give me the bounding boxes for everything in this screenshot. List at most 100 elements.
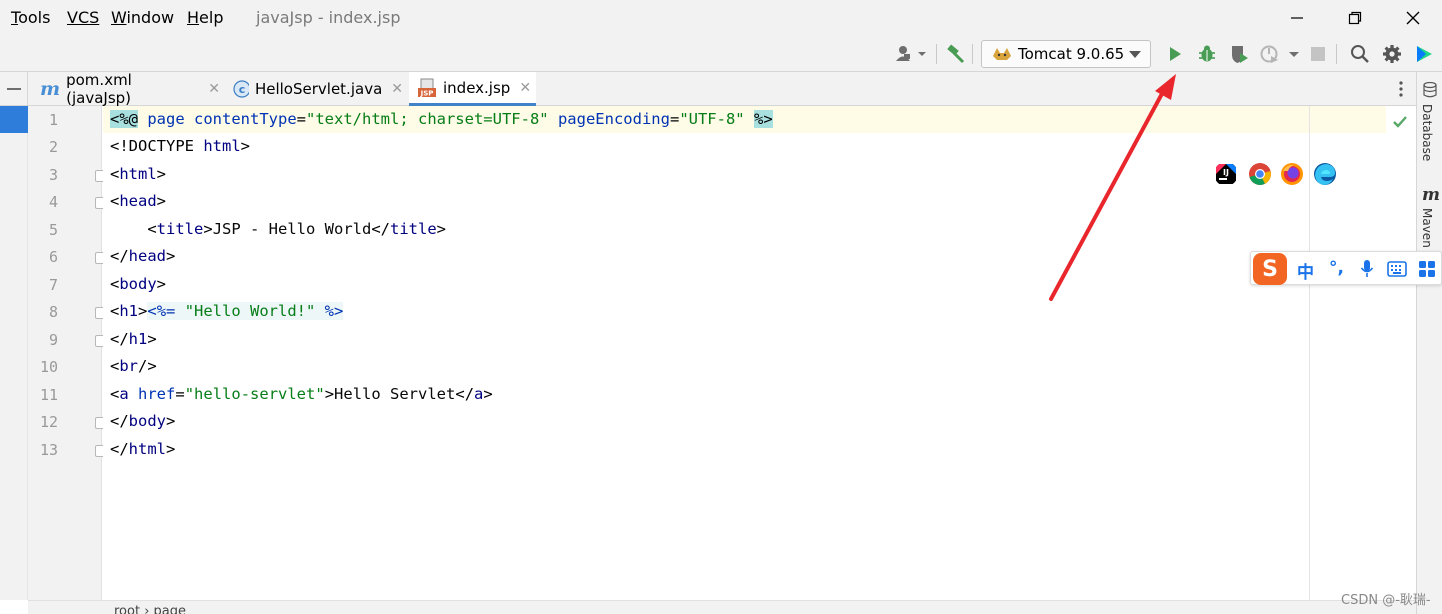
close-tab-icon[interactable]: ✕ <box>391 81 403 97</box>
code-token: > <box>156 192 167 210</box>
line-number: 2 <box>48 138 58 156</box>
code-token: contentType <box>194 110 297 128</box>
toolbox-grid-icon[interactable] <box>1418 260 1436 278</box>
window-title: javaJsp - index.jsp <box>256 8 401 27</box>
menu-window[interactable]: Window <box>111 8 174 27</box>
tab-index-jsp[interactable]: JSP index.jsp ✕ <box>409 72 536 106</box>
ime-punctuation-toggle[interactable]: °, <box>1329 258 1344 278</box>
no-problems-check-icon[interactable] <box>1392 114 1408 130</box>
gutter-strip <box>0 106 28 600</box>
database-tool-button[interactable]: Database <box>1420 104 1434 161</box>
code-token: a <box>119 385 129 403</box>
minimize-button[interactable] <box>1283 4 1311 32</box>
microphone-icon[interactable] <box>1360 259 1374 279</box>
jsp-directive-open: <%@ <box>110 110 138 128</box>
close-tab-icon[interactable]: ✕ <box>519 80 531 96</box>
menu-help[interactable]: Help <box>187 8 223 27</box>
sogou-ime-logo[interactable]: S <box>1253 253 1287 285</box>
code-line-4: <head> <box>110 188 166 215</box>
code-token: /> <box>138 357 157 375</box>
firefox-icon[interactable] <box>1280 162 1304 186</box>
build-button[interactable] <box>945 43 967 65</box>
code-token: JSP - Hello World <box>212 220 372 238</box>
code-token: html <box>128 440 166 458</box>
code-token: <%= <box>147 302 185 320</box>
line-number: 10 <box>39 358 58 376</box>
code-token: "hello-servlet" <box>184 385 325 403</box>
code-token: > <box>166 440 176 458</box>
close-window-button[interactable] <box>1399 4 1427 32</box>
code-token: </ <box>371 220 390 238</box>
editor-gutter: 1 2 3 4 5 6 7 8 9 10 11 12 13 <box>0 106 105 600</box>
account-button[interactable] <box>893 43 929 65</box>
restore-button[interactable] <box>1341 4 1369 32</box>
run-with-coverage-button[interactable] <box>1228 43 1250 65</box>
gear-icon <box>1383 45 1401 63</box>
settings-button[interactable] <box>1381 43 1403 65</box>
menu-tools-label: ools <box>18 8 51 27</box>
tab-pom-xml[interactable]: m pom.xml (javaJsp) ✕ <box>40 71 220 107</box>
menu-vcs-label: VCS <box>67 8 100 27</box>
right-tool-window-stripe: Database m Maven <box>1416 72 1442 614</box>
svg-text:JSP: JSP <box>420 89 434 97</box>
debug-button[interactable] <box>1196 43 1218 65</box>
code-line-2: <!DOCTYPE html> <box>110 133 250 160</box>
code-token: > <box>483 385 493 403</box>
user-icon <box>896 46 926 61</box>
code-token: < <box>110 385 120 403</box>
tab-actions-menu-button[interactable] <box>1392 77 1410 101</box>
breadcrumb[interactable]: root › page <box>114 604 186 614</box>
browser-preview-popup: IJ <box>1212 160 1340 188</box>
chevron-down-icon <box>1129 51 1141 58</box>
chrome-icon[interactable] <box>1248 162 1272 186</box>
close-tab-icon[interactable]: ✕ <box>208 81 220 97</box>
hide-project-panel-button[interactable] <box>0 72 28 106</box>
jsp-directive-close: %> <box>753 110 773 128</box>
profile-button[interactable] <box>1258 43 1302 65</box>
toolbar-separator <box>1336 44 1337 64</box>
csdn-watermark: CSDN @-耿瑞- <box>1341 593 1431 608</box>
ime-language-toggle[interactable]: 中 <box>1297 258 1314 283</box>
code-token: a <box>474 385 484 403</box>
code-token: < <box>147 220 157 238</box>
keyboard-icon[interactable] <box>1387 261 1407 277</box>
stop-icon <box>1311 47 1325 61</box>
menu-vcs[interactable]: VCS <box>67 8 99 27</box>
jetbrains-toolbox-button[interactable] <box>1413 43 1435 65</box>
edge-icon[interactable] <box>1313 162 1337 186</box>
close-icon <box>1406 11 1420 25</box>
maven-icon: m <box>40 78 61 100</box>
code-token: < <box>110 165 120 183</box>
code-token: < <box>110 192 120 210</box>
code-token: = <box>296 110 306 128</box>
tab-label: pom.xml (javaJsp) <box>66 71 132 107</box>
stop-button[interactable] <box>1307 43 1329 65</box>
breadcrumb-bar: root › page <box>28 600 1416 614</box>
maven-tool-button[interactable]: Maven <box>1420 208 1434 248</box>
run-button[interactable] <box>1164 43 1186 65</box>
code-line-7: <body> <box>110 271 166 298</box>
code-token: = <box>669 110 680 128</box>
play-icon <box>1170 47 1181 61</box>
run-configuration-select[interactable]: Tomcat 9.0.65 <box>981 40 1151 68</box>
line-number: 9 <box>48 331 58 349</box>
intellij-browser-icon[interactable]: IJ <box>1214 162 1238 186</box>
run-configuration-label: Tomcat 9.0.65 <box>1018 45 1125 63</box>
jsp-file-icon: JSP <box>418 78 436 97</box>
code-token: "UTF-8" <box>679 110 745 128</box>
bug-icon <box>1199 45 1215 62</box>
code-token: "Hello World!" <box>184 302 316 320</box>
line-number: 5 <box>48 221 58 239</box>
menu-tools[interactable]: Tools <box>11 8 50 27</box>
code-token: </ <box>110 440 129 458</box>
tab-helloservlet-java[interactable]: c HelloServlet.java ✕ <box>233 72 403 106</box>
code-token: > <box>156 275 167 293</box>
code-line-8: <h1><%= "Hello World!" %> <box>110 298 344 325</box>
code-token: </ <box>110 412 129 430</box>
line-number: 1 <box>48 111 58 129</box>
search-everywhere-button[interactable] <box>1349 43 1371 65</box>
code-token: body <box>128 412 166 430</box>
menu-tools-mnemonic: T <box>11 8 19 27</box>
code-line-9: </h1> <box>110 326 157 353</box>
code-line-5: <title>JSP - Hello World</title> <box>110 216 446 243</box>
